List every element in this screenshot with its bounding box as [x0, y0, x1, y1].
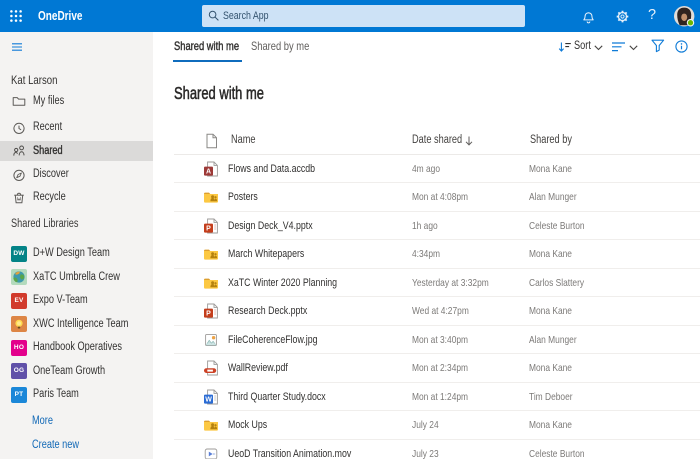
svg-text:A: A [206, 168, 211, 175]
svg-text:P: P [206, 225, 211, 232]
svg-text:P: P [206, 311, 211, 318]
svg-text:W: W [205, 396, 212, 403]
